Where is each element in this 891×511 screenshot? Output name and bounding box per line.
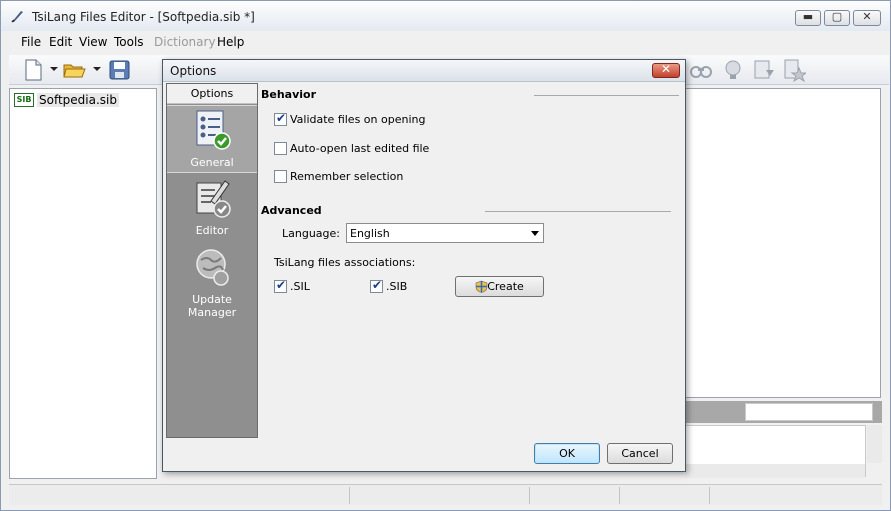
menu-bar: File Edit View Tools Dictionary Help	[9, 32, 889, 52]
save-disk-icon[interactable]	[108, 58, 132, 82]
maximize-icon: ▢	[831, 10, 843, 23]
status-separator	[709, 487, 710, 504]
ok-button[interactable]: OK	[534, 443, 600, 464]
dialog-title-bar[interactable]: Options ✕	[163, 60, 685, 82]
sidebar-item-label: Editor	[195, 224, 229, 237]
create-button[interactable]: Create	[455, 276, 544, 297]
menu-dictionary[interactable]: Dictionary	[154, 35, 216, 49]
sib-checkbox[interactable]: ✔	[370, 278, 383, 293]
file-tree[interactable]: SIB Softpedia.sib	[9, 88, 157, 479]
dialog-title: Options	[170, 64, 217, 78]
menu-view[interactable]: View	[79, 35, 107, 49]
sidebar-item-label: General	[190, 156, 234, 169]
close-icon: ✕	[660, 62, 672, 76]
options-sidebar: Options General Editor Update Manager	[166, 83, 258, 438]
vertical-scrollbar[interactable]	[867, 425, 882, 463]
chevron-down-icon	[531, 231, 539, 236]
behavior-heading: Behavior	[261, 88, 317, 101]
open-folder-icon[interactable]	[62, 58, 86, 82]
cancel-label: Cancel	[621, 447, 659, 460]
content-pane[interactable]	[685, 88, 881, 398]
auto-open-checkbox[interactable]	[274, 142, 287, 155]
editor-pencil-icon	[196, 180, 231, 218]
remember-selection-checkbox[interactable]	[274, 170, 287, 183]
quill-icon	[11, 11, 23, 23]
horizontal-scrollbar[interactable]	[685, 464, 865, 478]
dialog-close-button[interactable]: ✕	[652, 62, 680, 78]
sib-file-icon: SIB	[14, 93, 34, 107]
minimize-button[interactable]: ▬	[795, 10, 821, 26]
associations-label: TsiLang files associations:	[274, 256, 416, 269]
close-window-button[interactable]: ✕	[853, 10, 881, 26]
details-combo[interactable]	[745, 403, 873, 421]
ok-label: OK	[559, 447, 575, 460]
new-dropdown-icon[interactable]	[50, 67, 58, 71]
sidebar-item-editor[interactable]: Editor	[167, 174, 257, 242]
sidebar-header: Options	[167, 84, 257, 104]
sil-label[interactable]: .SIL	[290, 280, 310, 293]
sidebar-item-label: Update Manager	[187, 293, 237, 319]
cancel-button[interactable]: Cancel	[607, 443, 673, 464]
check-icon: ✔	[276, 278, 287, 292]
status-bar	[9, 484, 882, 505]
language-label: Language:	[282, 227, 340, 240]
language-value: English	[350, 227, 390, 240]
check-icon: ✔	[276, 111, 287, 125]
sib-label[interactable]: .SIB	[386, 280, 407, 293]
hint-icon[interactable]	[721, 58, 745, 82]
minimize-icon: ▬	[802, 10, 814, 23]
sidebar-item-update-manager[interactable]: Update Manager	[167, 243, 257, 319]
advanced-divider	[485, 211, 671, 212]
maximize-button[interactable]: ▢	[824, 10, 850, 26]
options-dialog: Options ✕ Options General Editor Update …	[162, 59, 686, 472]
sidebar-item-general[interactable]: General	[167, 105, 257, 173]
sidebar-header-label: Options	[190, 87, 234, 100]
behavior-divider	[534, 95, 679, 96]
tree-item-file[interactable]: SIB Softpedia.sib	[14, 92, 119, 108]
favorite-icon[interactable]	[782, 58, 806, 82]
sil-checkbox[interactable]: ✔	[274, 278, 287, 293]
advanced-heading: Advanced	[261, 204, 322, 217]
menu-edit[interactable]: Edit	[49, 35, 72, 49]
open-dropdown-icon[interactable]	[93, 67, 101, 71]
tree-item-label: Softpedia.sib	[37, 93, 119, 107]
check-icon: ✔	[372, 278, 383, 292]
update-globe-icon	[196, 249, 229, 286]
validate-files-label[interactable]: Validate files on opening	[290, 113, 425, 126]
window-title: TsiLang Files Editor - [Softpedia.sib *]	[32, 10, 255, 24]
import-icon[interactable]	[752, 58, 776, 82]
title-bar: TsiLang Files Editor - [Softpedia.sib *]…	[1, 1, 890, 31]
general-checklist-icon	[196, 110, 231, 150]
remember-selection-label[interactable]: Remember selection	[290, 170, 403, 183]
menu-help[interactable]: Help	[217, 35, 244, 49]
new-file-icon[interactable]	[21, 58, 45, 82]
find-icon[interactable]	[689, 58, 713, 82]
status-separator	[619, 487, 620, 504]
auto-open-label[interactable]: Auto-open last edited file	[290, 142, 429, 155]
menu-file[interactable]: File	[21, 35, 41, 49]
menu-tools[interactable]: Tools	[114, 35, 144, 49]
close-icon: ✕	[862, 10, 872, 23]
create-label: Create	[487, 280, 524, 293]
status-separator	[349, 487, 350, 504]
validate-files-checkbox[interactable]: ✔	[274, 111, 287, 126]
language-select[interactable]: English	[346, 223, 544, 243]
status-separator	[529, 487, 530, 504]
